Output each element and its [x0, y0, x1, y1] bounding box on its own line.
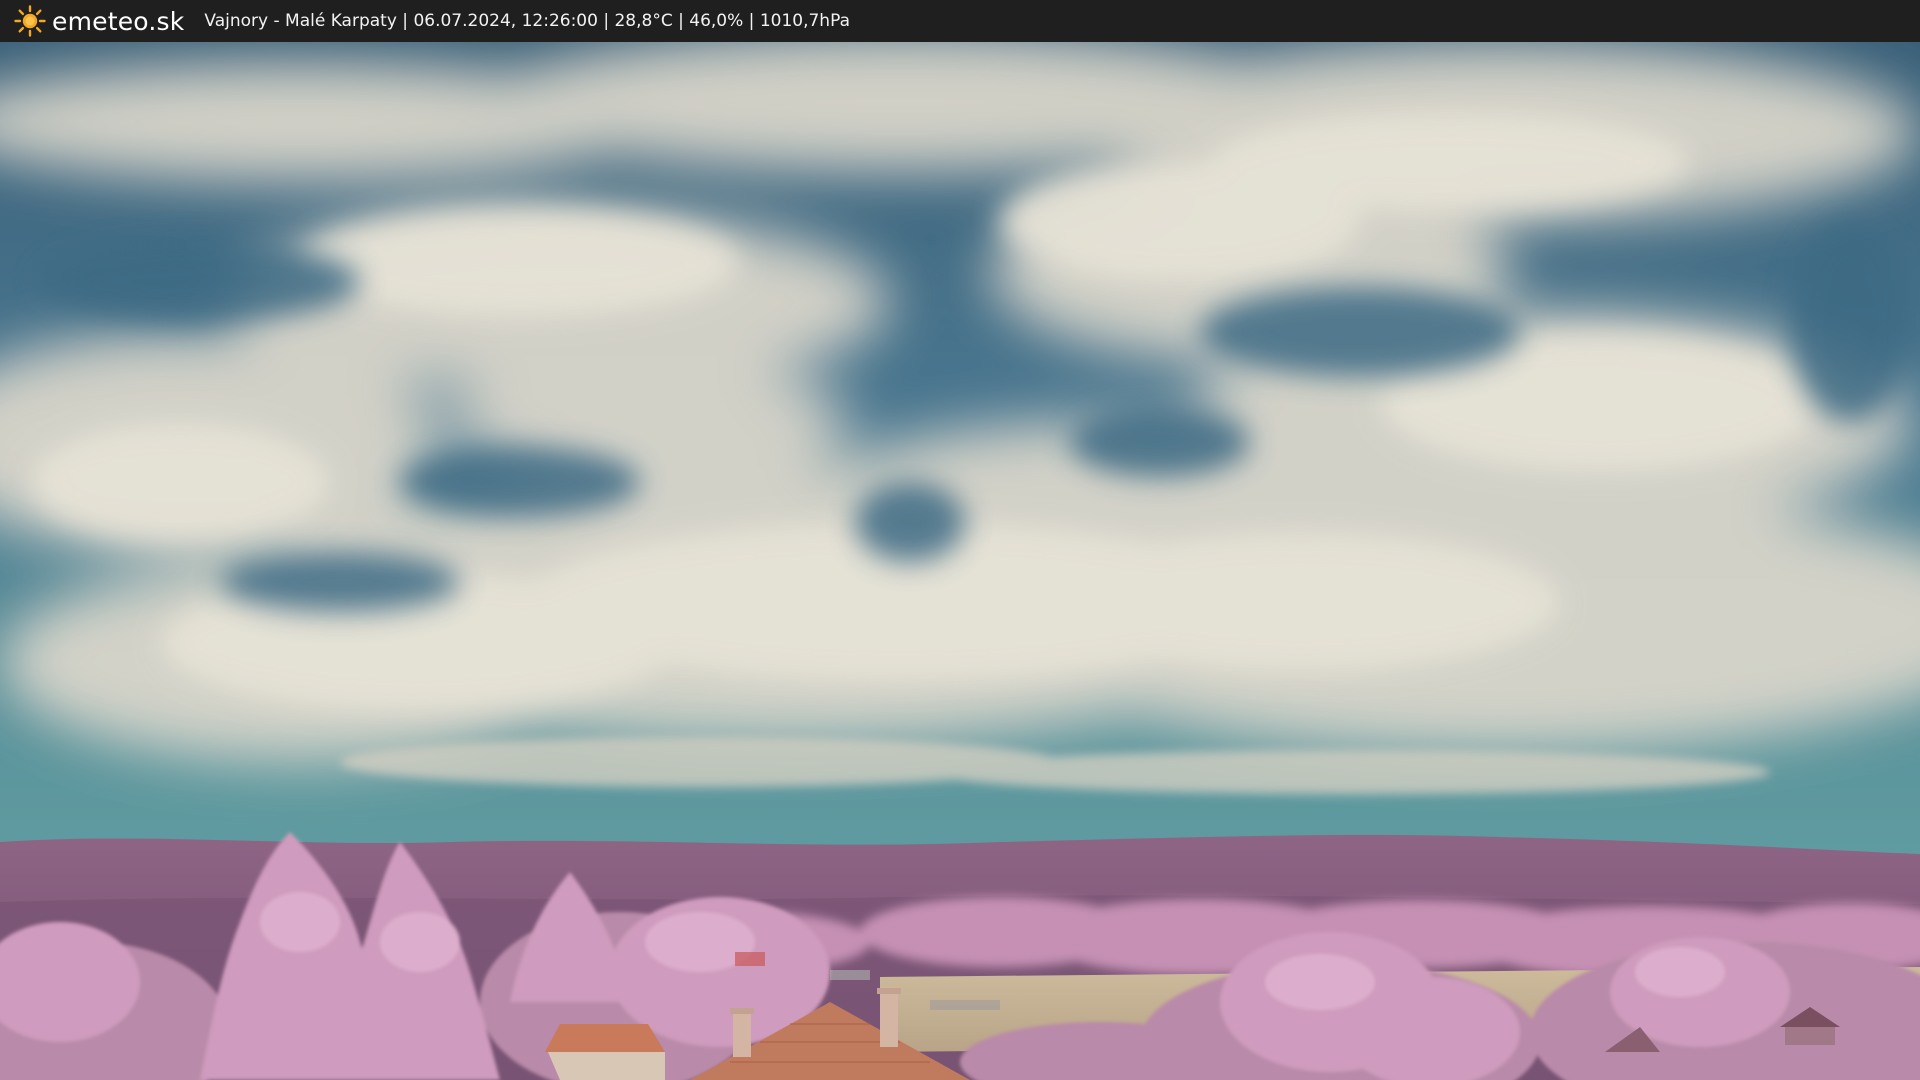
temperature-text: 28,8°C: [614, 11, 673, 31]
brand-logo[interactable]: emeteo.sk: [14, 5, 184, 37]
station-caption: Vajnory - Malé Karpaty | 06.07.2024, 12:…: [204, 11, 850, 31]
location-text: Vajnory - Malé Karpaty: [204, 11, 397, 31]
sun-icon: [14, 5, 46, 37]
caption-separator: |: [743, 11, 760, 31]
caption-separator: |: [597, 11, 615, 31]
pressure-text: 1010,7hPa: [759, 11, 850, 31]
webcam-image: [0, 42, 1920, 1080]
timestamp-text: 06.07.2024, 12:26:00: [413, 11, 598, 31]
brand-name: emeteo.sk: [52, 6, 185, 36]
humidity-text: 46,0%: [689, 11, 744, 31]
caption-separator: |: [396, 11, 414, 31]
top-caption-bar: emeteo.sk Vajnory - Malé Karpaty | 06.07…: [0, 0, 1920, 42]
caption-separator: |: [672, 11, 690, 31]
